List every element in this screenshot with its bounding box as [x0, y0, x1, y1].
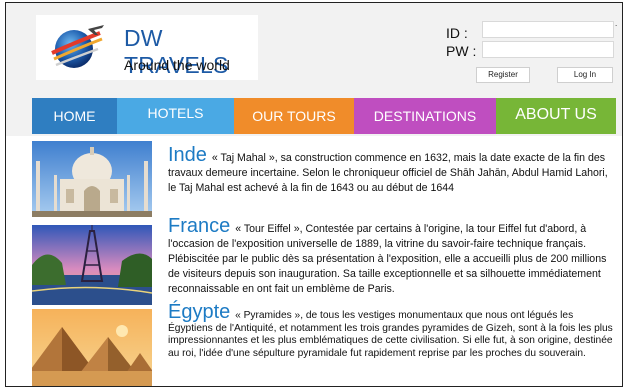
corner-dot: .	[615, 19, 618, 28]
login-button[interactable]: Log In	[557, 67, 613, 83]
id-input[interactable]	[482, 21, 614, 38]
id-label: ID :	[446, 25, 468, 41]
nav-destinations-label: DESTINATIONS	[373, 108, 477, 124]
header: DW TRAVELS Around the world ID : PW : . …	[6, 3, 622, 96]
nav-hotels-label: HOTELS	[147, 105, 204, 121]
section-india: Inde « Taj Mahal », sa construction comm…	[168, 145, 616, 212]
register-button[interactable]: Register	[476, 67, 530, 83]
globe-plane-logo-icon	[51, 25, 104, 68]
section-egypt-text: « Pyramides », de tous les vestiges monu…	[168, 310, 613, 359]
section-france-country: France	[168, 215, 231, 237]
main-nav: HOME HOTELS OUR TOURS DESTINATIONS ABOUT…	[32, 98, 616, 134]
section-india-country: Inde	[168, 144, 207, 166]
section-france: France « Tour Eiffel », Contestée par ce…	[168, 216, 616, 305]
logo-box[interactable]: DW TRAVELS Around the world	[36, 15, 258, 80]
nav-hotels[interactable]: HOTELS	[117, 98, 234, 134]
nav-our-tours-label: OUR TOURS	[252, 108, 336, 124]
pw-input[interactable]	[482, 41, 614, 58]
nav-home[interactable]: HOME	[32, 98, 117, 134]
section-egypt: Égypte « Pyramides », de tous les vestig…	[168, 302, 616, 386]
content-area: Inde « Taj Mahal », sa construction comm…	[6, 136, 622, 386]
nav-destinations[interactable]: DESTINATIONS	[354, 98, 496, 134]
pyramids-photo	[32, 309, 152, 386]
eiffel-tower-photo	[32, 225, 152, 305]
taj-mahal-photo	[32, 141, 152, 217]
pw-label: PW :	[446, 43, 477, 59]
section-india-text: « Taj Mahal », sa construction commence …	[168, 152, 608, 194]
brand-tagline: Around the world	[124, 57, 230, 73]
nav-about-us[interactable]: ABOUT US	[496, 98, 616, 134]
nav-about-us-label: ABOUT US	[515, 106, 597, 123]
nav-home-label: HOME	[53, 108, 96, 124]
nav-our-tours[interactable]: OUR TOURS	[234, 98, 354, 134]
page-frame: DW TRAVELS Around the world ID : PW : . …	[5, 2, 623, 387]
section-france-text: « Tour Eiffel », Contestée par certains …	[168, 223, 607, 295]
section-egypt-country: Égypte	[168, 301, 231, 323]
